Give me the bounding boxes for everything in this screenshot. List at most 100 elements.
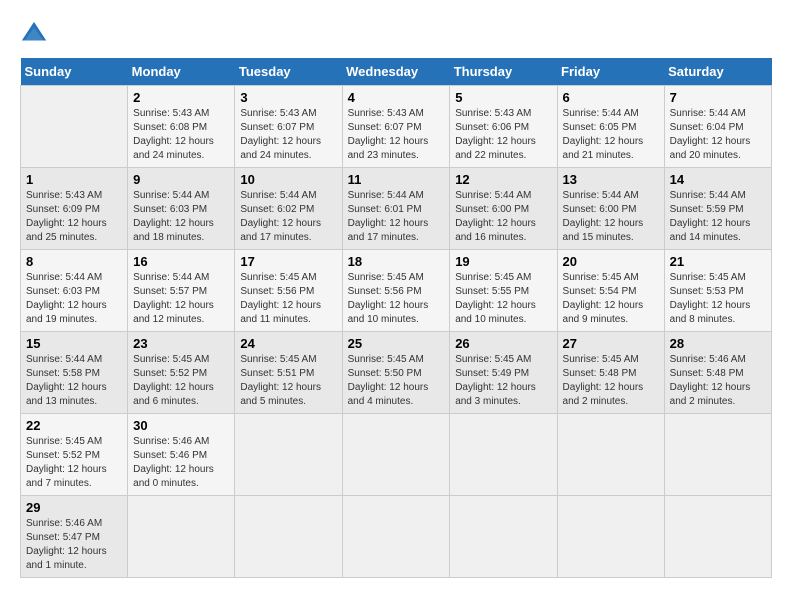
- day-number: 25: [348, 336, 445, 351]
- day-number: 14: [670, 172, 766, 187]
- calendar-cell: 14 Sunrise: 5:44 AMSunset: 5:59 PMDayligh…: [664, 168, 771, 250]
- calendar-week-1: 2 Sunrise: 5:43 AMSunset: 6:08 PMDaylight…: [21, 86, 772, 168]
- day-number: 24: [240, 336, 336, 351]
- day-number: 30: [133, 418, 229, 433]
- day-info: Sunrise: 5:43 AMSunset: 6:06 PMDaylight:…: [455, 108, 536, 161]
- day-info: Sunrise: 5:43 AMSunset: 6:09 PMDaylight:…: [26, 190, 107, 243]
- calendar-week-3: 8Sunrise: 5:44 AMSunset: 6:03 PMDaylight…: [21, 250, 772, 332]
- day-info: Sunrise: 5:45 AMSunset: 5:52 PMDaylight:…: [133, 354, 214, 407]
- day-number: 12: [455, 172, 551, 187]
- day-info: Sunrise: 5:45 AMSunset: 5:49 PMDaylight:…: [455, 354, 536, 407]
- day-number: 11: [348, 172, 445, 187]
- day-info: Sunrise: 5:46 AMSunset: 5:47 PMDaylight:…: [26, 518, 107, 571]
- day-number: 9: [133, 172, 229, 187]
- day-number: 6: [563, 90, 659, 105]
- day-info: Sunrise: 5:46 AMSunset: 5:48 PMDaylight:…: [670, 354, 751, 407]
- day-number: 13: [563, 172, 659, 187]
- calendar-cell: [664, 496, 771, 578]
- calendar-cell: 5 Sunrise: 5:43 AMSunset: 6:06 PMDaylight…: [450, 86, 557, 168]
- calendar-cell: 9 Sunrise: 5:44 AMSunset: 6:03 PMDaylight…: [128, 168, 235, 250]
- day-number: 20: [563, 254, 659, 269]
- day-number: 23: [133, 336, 229, 351]
- header-monday: Monday: [128, 58, 235, 86]
- calendar-cell: 25Sunrise: 5:45 AMSunset: 5:50 PMDayligh…: [342, 332, 450, 414]
- day-number: 10: [240, 172, 336, 187]
- day-info: Sunrise: 5:44 AMSunset: 5:59 PMDaylight:…: [670, 190, 751, 243]
- calendar-week-6: 29 Sunrise: 5:46 AMSunset: 5:47 PMDayligh…: [21, 496, 772, 578]
- header-tuesday: Tuesday: [235, 58, 342, 86]
- day-info: Sunrise: 5:44 AMSunset: 5:58 PMDaylight:…: [26, 354, 107, 407]
- calendar-cell: 24 Sunrise: 5:45 AMSunset: 5:51 PMDayligh…: [235, 332, 342, 414]
- calendar-week-2: 1Sunrise: 5:43 AMSunset: 6:09 PMDaylight…: [21, 168, 772, 250]
- day-number: 3: [240, 90, 336, 105]
- calendar-cell: 12 Sunrise: 5:44 AMSunset: 6:00 PMDayligh…: [450, 168, 557, 250]
- calendar-table: SundayMondayTuesdayWednesdayThursdayFrid…: [20, 58, 772, 578]
- day-info: Sunrise: 5:45 AMSunset: 5:56 PMDaylight:…: [348, 272, 429, 325]
- day-info: Sunrise: 5:43 AMSunset: 6:08 PMDaylight:…: [133, 108, 214, 161]
- calendar-cell: 17Sunrise: 5:45 AMSunset: 5:56 PMDayligh…: [235, 250, 342, 332]
- day-number: 4: [348, 90, 445, 105]
- logo-icon: [20, 20, 48, 48]
- day-info: Sunrise: 5:45 AMSunset: 5:51 PMDaylight:…: [240, 354, 321, 407]
- day-info: Sunrise: 5:44 AMSunset: 6:03 PMDaylight:…: [133, 190, 214, 243]
- day-info: Sunrise: 5:45 AMSunset: 5:52 PMDaylight:…: [26, 436, 107, 489]
- calendar-cell: [235, 496, 342, 578]
- calendar-cell: [557, 414, 664, 496]
- day-info: Sunrise: 5:46 AMSunset: 5:46 PMDaylight:…: [133, 436, 214, 489]
- day-number: 16: [133, 254, 229, 269]
- day-info: Sunrise: 5:43 AMSunset: 6:07 PMDaylight:…: [348, 108, 429, 161]
- calendar-cell: [450, 414, 557, 496]
- calendar-cell: 15 Sunrise: 5:44 AMSunset: 5:58 PMDayligh…: [21, 332, 128, 414]
- calendar-cell: 16 Sunrise: 5:44 AMSunset: 5:57 PMDayligh…: [128, 250, 235, 332]
- day-info: Sunrise: 5:44 AMSunset: 6:00 PMDaylight:…: [455, 190, 536, 243]
- day-number: 29: [26, 500, 122, 515]
- calendar-cell: 3 Sunrise: 5:43 AMSunset: 6:07 PMDaylight…: [235, 86, 342, 168]
- calendar-week-4: 15 Sunrise: 5:44 AMSunset: 5:58 PMDayligh…: [21, 332, 772, 414]
- calendar-cell: 30 Sunrise: 5:46 AMSunset: 5:46 PMDayligh…: [128, 414, 235, 496]
- day-info: Sunrise: 5:44 AMSunset: 6:00 PMDaylight:…: [563, 190, 644, 243]
- day-number: 15: [26, 336, 122, 351]
- day-number: 26: [455, 336, 551, 351]
- calendar-cell: 1Sunrise: 5:43 AMSunset: 6:09 PMDaylight…: [21, 168, 128, 250]
- calendar-cell: 23 Sunrise: 5:45 AMSunset: 5:52 PMDayligh…: [128, 332, 235, 414]
- header-wednesday: Wednesday: [342, 58, 450, 86]
- day-number: 5: [455, 90, 551, 105]
- calendar-cell: 27Sunrise: 5:45 AMSunset: 5:48 PMDayligh…: [557, 332, 664, 414]
- calendar-cell: 26 Sunrise: 5:45 AMSunset: 5:49 PMDayligh…: [450, 332, 557, 414]
- header-sunday: Sunday: [21, 58, 128, 86]
- header-friday: Friday: [557, 58, 664, 86]
- calendar-cell: [557, 496, 664, 578]
- day-number: 2: [133, 90, 229, 105]
- calendar-cell: [342, 414, 450, 496]
- calendar-cell: 6Sunrise: 5:44 AMSunset: 6:05 PMDaylight…: [557, 86, 664, 168]
- day-info: Sunrise: 5:44 AMSunset: 6:01 PMDaylight:…: [348, 190, 429, 243]
- day-info: Sunrise: 5:43 AMSunset: 6:07 PMDaylight:…: [240, 108, 321, 161]
- day-info: Sunrise: 5:44 AMSunset: 5:57 PMDaylight:…: [133, 272, 214, 325]
- calendar-cell: 11 Sunrise: 5:44 AMSunset: 6:01 PMDayligh…: [342, 168, 450, 250]
- header-thursday: Thursday: [450, 58, 557, 86]
- calendar-cell: 19Sunrise: 5:45 AMSunset: 5:55 PMDayligh…: [450, 250, 557, 332]
- calendar-cell: 2 Sunrise: 5:43 AMSunset: 6:08 PMDaylight…: [128, 86, 235, 168]
- day-number: 28: [670, 336, 766, 351]
- calendar-cell: 18 Sunrise: 5:45 AMSunset: 5:56 PMDayligh…: [342, 250, 450, 332]
- calendar-cell: [664, 414, 771, 496]
- day-number: 8: [26, 254, 122, 269]
- day-number: 22: [26, 418, 122, 433]
- calendar-cell: [342, 496, 450, 578]
- calendar-cell: 29 Sunrise: 5:46 AMSunset: 5:47 PMDayligh…: [21, 496, 128, 578]
- calendar-cell: 10Sunrise: 5:44 AMSunset: 6:02 PMDayligh…: [235, 168, 342, 250]
- calendar-cell: 8Sunrise: 5:44 AMSunset: 6:03 PMDaylight…: [21, 250, 128, 332]
- day-number: 18: [348, 254, 445, 269]
- header: [20, 20, 772, 48]
- calendar-header-row: SundayMondayTuesdayWednesdayThursdayFrid…: [21, 58, 772, 86]
- calendar-cell: 7Sunrise: 5:44 AMSunset: 6:04 PMDaylight…: [664, 86, 771, 168]
- day-number: 21: [670, 254, 766, 269]
- calendar-cell: 28 Sunrise: 5:46 AMSunset: 5:48 PMDayligh…: [664, 332, 771, 414]
- calendar-cell: [21, 86, 128, 168]
- day-info: Sunrise: 5:44 AMSunset: 6:04 PMDaylight:…: [670, 108, 751, 161]
- calendar-cell: 20Sunrise: 5:45 AMSunset: 5:54 PMDayligh…: [557, 250, 664, 332]
- calendar-cell: 22 Sunrise: 5:45 AMSunset: 5:52 PMDayligh…: [21, 414, 128, 496]
- day-number: 27: [563, 336, 659, 351]
- calendar-cell: 4 Sunrise: 5:43 AMSunset: 6:07 PMDaylight…: [342, 86, 450, 168]
- day-info: Sunrise: 5:45 AMSunset: 5:55 PMDaylight:…: [455, 272, 536, 325]
